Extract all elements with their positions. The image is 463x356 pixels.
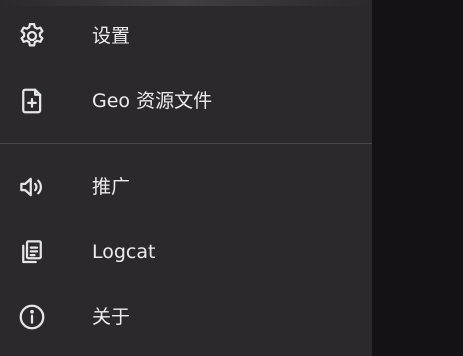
- drawer-item-promotion[interactable]: 推广: [0, 156, 372, 218]
- gear-icon: [17, 21, 47, 51]
- navigation-drawer: 设置 Geo 资源文件 推广 Logcat 关于: [0, 0, 372, 356]
- megaphone-icon: [17, 172, 47, 202]
- drawer-scrim[interactable]: [372, 0, 463, 356]
- drawer-item-geo-files[interactable]: Geo 资源文件: [0, 70, 372, 132]
- drawer-item-label: Geo 资源文件: [92, 90, 213, 112]
- logcat-icon: [17, 237, 47, 267]
- drawer-item-logcat[interactable]: Logcat: [0, 221, 372, 283]
- app-screen: 设置 Geo 资源文件 推广 Logcat 关于: [0, 0, 463, 356]
- drawer-item-label: 关于: [92, 306, 131, 328]
- drawer-item-about[interactable]: 关于: [0, 286, 372, 348]
- file-add-icon: [17, 86, 47, 116]
- drawer-item-label: 推广: [92, 176, 131, 198]
- drawer-item-label: Logcat: [92, 241, 156, 263]
- drawer-item-settings[interactable]: 设置: [0, 5, 372, 67]
- drawer-item-label: 设置: [92, 25, 131, 47]
- drawer-divider: [0, 143, 372, 144]
- info-icon: [17, 302, 47, 332]
